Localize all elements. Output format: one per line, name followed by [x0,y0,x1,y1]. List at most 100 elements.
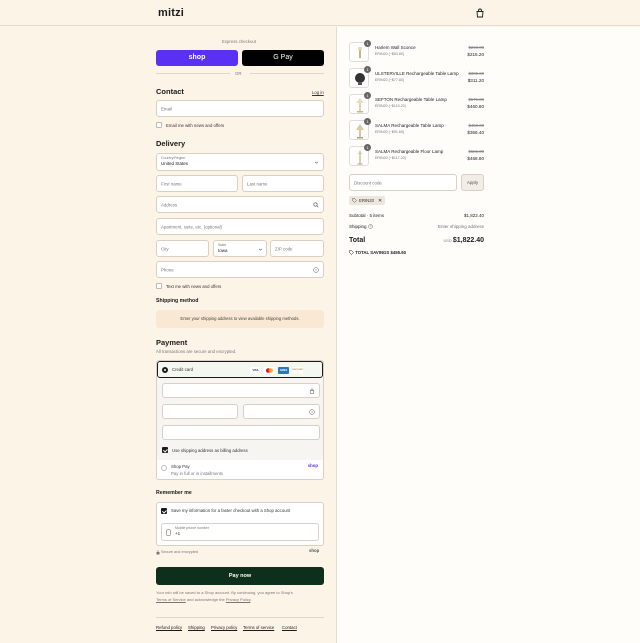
payment-subtitle: All transactions are secure and encrypte… [156,349,237,354]
divider [156,73,230,74]
product-discount: ERIN20 (−$77.80) [375,78,405,82]
privacy-policy-link[interactable]: Privacy policy [211,625,237,630]
country-select[interactable]: Country/Region United States [156,153,324,171]
help-icon[interactable]: ? [313,267,319,273]
site-header: mitzi [0,0,640,26]
credit-card-option[interactable]: Credit card VISA AMEX DISCOVER [157,361,323,378]
apply-button[interactable]: Apply [461,174,484,191]
first-name-placeholder: First name [161,181,182,186]
mobile-label: Mobile phone number [175,526,209,530]
address-input[interactable]: Address [156,196,324,213]
svg-text:?: ? [315,268,317,272]
city-placeholder: City [161,246,169,251]
total-amount: USD $1,822.40 [444,237,484,244]
privacy-link[interactable]: Privacy Policy [226,597,251,602]
discount-code-input[interactable]: Discount code [349,174,457,191]
product-name: ULSTERVILLE Rechargeable Table Lamp [375,71,459,76]
product-name: SALMA Rechargeable Floor Lamp [375,149,444,154]
city-input[interactable]: City [156,240,209,257]
mobile-value: +1 [175,531,181,536]
address-placeholder: Address [161,202,178,207]
product-price: $468.80 [467,156,484,161]
pay-now-button[interactable]: Pay now [156,567,324,585]
remove-discount-icon[interactable]: ✕ [378,198,382,204]
or-divider-label: OR [235,71,242,76]
shop-pay-label: Shop Pay [171,464,190,469]
shop-pay-button[interactable]: shop [156,50,238,66]
lock-icon [156,550,160,555]
text-news-checkbox[interactable] [156,283,162,289]
total-savings-value: $455.60 [390,250,407,255]
shop-pay-radio[interactable] [161,465,167,471]
table-lamp-icon [355,73,365,85]
terms-of-service-link[interactable]: Terms of service [243,625,274,630]
svg-text:?: ? [369,225,371,229]
terms-link[interactable]: Terms of Service [156,597,186,602]
total-value: $1,822.40 [452,237,484,244]
help-icon[interactable]: ? [309,409,315,415]
security-code-input[interactable]: ? [243,404,320,419]
mastercard-icon [264,367,275,374]
billing-same-checkbox[interactable] [162,447,168,453]
shipping-value: Enter shipping address [437,224,484,229]
total-label: Total [349,237,366,244]
shipping-policy-link[interactable]: Shipping [188,625,205,630]
remember-me-heading: Remember me [156,490,192,496]
product-thumbnail: 1 [349,118,371,140]
total-row: Total USD $1,822.40 [349,237,484,247]
state-value: Iowa [218,248,228,253]
amex-icon: AMEX [278,367,289,374]
order-summary-panel [336,27,640,643]
refund-policy-link[interactable]: Refund policy [156,625,182,630]
discount-tag: ERIN20 ✕ [349,196,385,205]
product-original-price: $269.00 [468,45,484,50]
phone-placeholder: Phone [161,267,174,272]
email-input[interactable]: Email [156,100,324,117]
phone-input[interactable]: Phone ? [156,261,324,278]
contact-heading: Contact [156,87,184,96]
floor-lamp-icon [357,150,363,165]
mobile-phone-input[interactable]: Mobile phone number +1 [161,523,319,541]
store-logo[interactable]: mitzi [158,7,184,19]
email-news-checkbox[interactable] [156,122,162,128]
product-original-price: $389.00 [468,71,484,76]
help-icon[interactable]: ? [368,224,373,229]
zip-input[interactable]: ZIP code [270,240,324,257]
shopping-bag-icon[interactable] [475,8,485,18]
product-price: $215.20 [467,52,484,57]
first-name-input[interactable]: First name [156,175,238,192]
shipping-notice: Enter your shipping address to view avai… [156,310,324,328]
state-select[interactable]: State Iowa [213,240,267,257]
expiry-input[interactable] [162,404,238,419]
apartment-input[interactable]: Apartment, suite, etc. (optional) [156,218,324,235]
payment-heading: Payment [156,338,188,347]
email-news-label: Email me with news and offers [166,123,225,128]
product-name: Harlem Wall Sconce [375,45,416,50]
tag-icon [349,250,354,255]
name-on-card-input[interactable] [162,425,320,440]
country-label: Country/Region [161,156,186,160]
footer-divider [156,617,324,618]
product-price: $311.20 [467,78,484,83]
contact-link[interactable]: Contact [282,625,297,630]
quantity-badge: 1 [364,40,371,47]
billing-same-label: Use shipping address as billing address [172,448,248,453]
text-news-label: Text me with news and offers [166,284,222,289]
google-pay-button[interactable]: G Pay [242,50,324,66]
login-link[interactable]: Log in [312,90,324,95]
total-savings: TOTAL SAVINGS $455.60 [349,250,406,255]
search-icon [313,202,319,208]
last-name-input[interactable]: Last name [242,175,324,192]
shop-pay-sub: Pay in full or in installments [171,471,224,476]
total-savings-label: TOTAL SAVINGS [355,250,390,255]
last-name-placeholder: Last name [247,181,268,186]
save-info-checkbox[interactable] [161,508,167,514]
shop-logo: shop [309,548,320,553]
payment-options: Credit card VISA AMEX DISCOVER ? Use shi… [156,360,324,480]
save-info-label: Save my information for a faster checkou… [171,508,291,513]
zip-placeholder: ZIP code [275,246,293,251]
product-discount: ERIN20 (−$115.20) [375,104,406,108]
card-number-input[interactable] [162,383,320,398]
credit-card-radio[interactable] [162,367,168,373]
country-value: United States [161,161,189,166]
